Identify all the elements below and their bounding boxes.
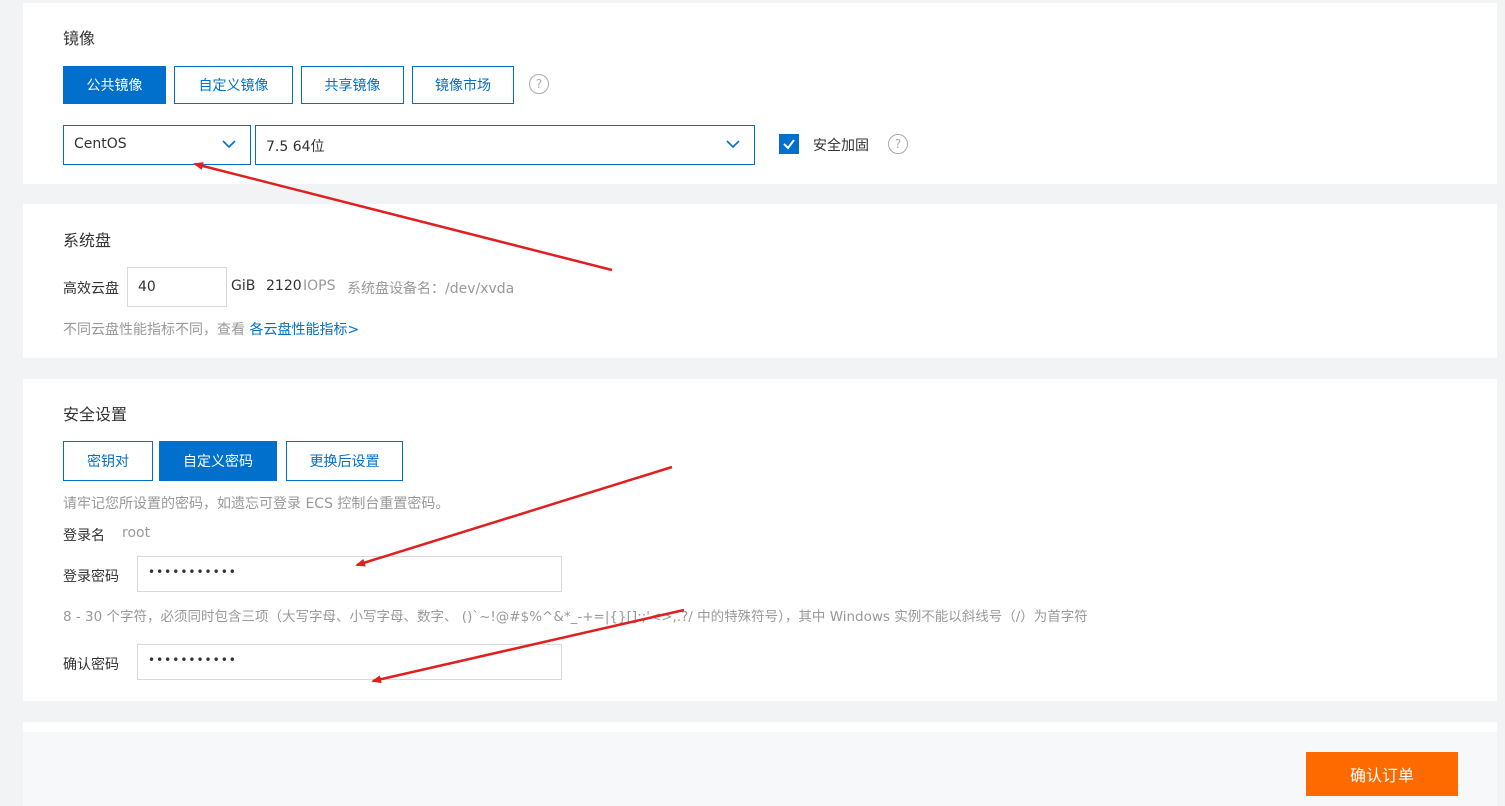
password-input[interactable]: ••••••••••• [137,556,562,592]
device-name: 系统盘设备名：/dev/xvda [347,281,515,297]
confirm-password-label: 确认密码 [63,657,119,673]
tab-custom-image[interactable]: 自定义镜像 [174,66,293,104]
iops-unit: IOPS [303,278,336,294]
tab-set-later[interactable]: 更换后设置 [286,441,403,481]
disk-size-value: 40 [138,279,156,295]
tab-shared-image[interactable]: 共享镜像 [301,66,404,104]
tab-public-image[interactable]: 公共镜像 [63,66,166,104]
tab-custom-password[interactable]: 自定义密码 [159,441,277,481]
checkmark-icon [783,139,795,150]
confirm-order-button[interactable]: 确认订单 [1306,752,1458,796]
os-select[interactable]: CentOS [63,125,251,165]
security-section-title: 安全设置 [63,405,128,424]
version-select-value: 7.5 64位 [266,139,325,155]
security-help-icon[interactable]: ? [888,134,908,154]
disk-note-text: 不同云盘性能指标不同，查看 [63,322,245,338]
confirm-password-value: ••••••••••• [148,653,237,667]
security-harden-label: 安全加固 [813,138,869,154]
tab-key-pair[interactable]: 密钥对 [63,441,153,481]
security-section: 安全设置 密钥对 自定义密码 更换后设置 请牢记您所设置的密码，如遗忘可登录 E… [23,379,1497,701]
password-rule: 8 - 30 个字符，必须同时包含三项（大写字母、小写字母、数字、 ()`~!@… [63,609,1088,625]
password-hint: 请牢记您所设置的密码，如遗忘可登录 ECS 控制台重置密码。 [63,496,450,512]
image-section-title: 镜像 [63,29,96,48]
image-section: 镜像 公共镜像 自定义镜像 共享镜像 镜像市场 ? CentOS 7.5 64位… [23,3,1497,184]
footer-bar [23,722,1497,806]
disk-size-input[interactable]: 40 [127,267,227,307]
login-name-label: 登录名 [63,528,105,544]
iops-value: 2120 [266,278,302,294]
disk-section: 系统盘 高效云盘 40 GiB 2120 IOPS 系统盘设备名：/dev/xv… [23,204,1497,358]
tab-image-market[interactable]: 镜像市场 [412,66,514,104]
image-help-icon[interactable]: ? [529,74,549,94]
version-select[interactable]: 7.5 64位 [255,125,755,165]
disk-section-title: 系统盘 [63,231,112,250]
disk-note: 不同云盘性能指标不同，查看 各云盘性能指标> [63,319,359,339]
disk-type-label: 高效云盘 [63,281,119,297]
chevron-down-icon [726,140,740,149]
chevron-down-icon [222,140,236,149]
confirm-password-input[interactable]: ••••••••••• [137,644,562,680]
os-select-value: CentOS [74,136,127,152]
password-value: ••••••••••• [148,565,237,579]
disk-performance-link[interactable]: 各云盘性能指标> [249,322,359,338]
disk-size-unit: GiB [231,278,256,294]
password-label: 登录密码 [63,569,119,585]
login-name-value: root [122,525,151,541]
security-harden-checkbox[interactable] [779,134,799,154]
